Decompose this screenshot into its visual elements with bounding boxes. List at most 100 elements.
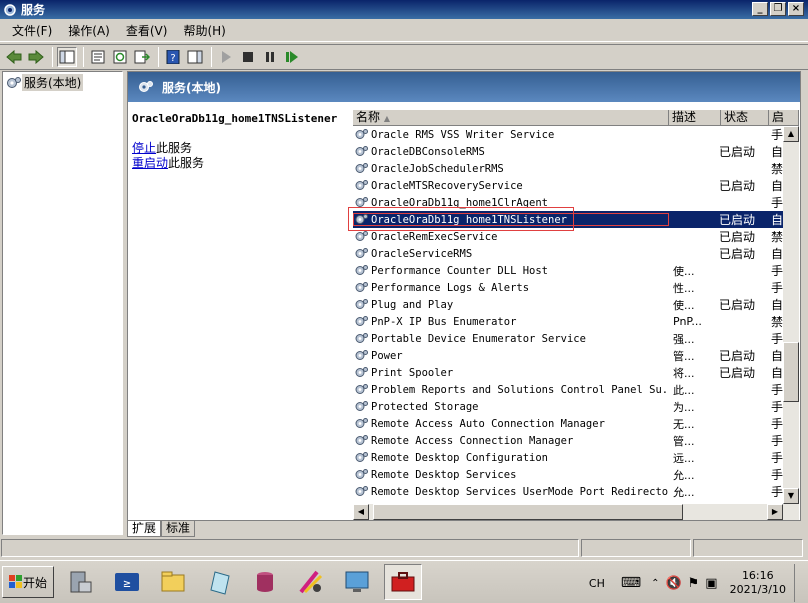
- status-cell-2: [581, 539, 691, 557]
- column-header-name[interactable]: 名称 ▲: [353, 110, 669, 125]
- service-row[interactable]: Remote Desktop Services UserMode Port Re…: [353, 483, 799, 500]
- taskbar-notepad[interactable]: [200, 564, 238, 600]
- back-arrow-icon: [6, 50, 22, 64]
- service-row[interactable]: Remote Desktop Configuration 远... 手: [353, 449, 799, 466]
- menu-file[interactable]: 文件(F): [4, 22, 60, 39]
- horizontal-scroll-thumb[interactable]: [373, 504, 683, 520]
- service-row[interactable]: OracleMTSRecoveryService 已启动自: [353, 177, 799, 194]
- service-row[interactable]: OracleRemExecService 已启动禁: [353, 228, 799, 245]
- action-pane-icon: [187, 50, 203, 64]
- help-button[interactable]: ?: [163, 47, 183, 67]
- volume-muted-icon[interactable]: 🔇: [665, 576, 681, 591]
- service-name-cell: OracleDBConsoleRMS: [353, 145, 669, 158]
- taskbar-remote-desktop[interactable]: [338, 564, 376, 600]
- service-name-cell: OracleRemExecService: [353, 230, 669, 243]
- tree-node-services-local[interactable]: 服务(本地): [3, 72, 122, 93]
- show-desktop-button[interactable]: [794, 564, 808, 602]
- service-row[interactable]: Remote Access Connection Manager 管... 手: [353, 432, 799, 449]
- taskbar-explorer[interactable]: [154, 564, 192, 600]
- minimize-button[interactable]: _: [752, 2, 768, 16]
- pane-header: 服务(本地): [128, 72, 800, 102]
- service-row[interactable]: Problem Reports and Solutions Control Pa…: [353, 381, 799, 398]
- vertical-scrollbar[interactable]: ▲ ▼: [783, 126, 799, 504]
- service-row[interactable]: Performance Counter DLL Host 使... 手: [353, 262, 799, 279]
- service-description-cell: 远...: [673, 451, 695, 465]
- pause-service-button[interactable]: [260, 47, 280, 67]
- column-header-description[interactable]: 描述: [669, 110, 721, 125]
- service-row[interactable]: OracleOraDb11g_home1TNSListener 已启动自: [353, 211, 799, 228]
- keyboard-icon[interactable]: ⌨: [621, 575, 641, 591]
- scroll-up-arrow[interactable]: ▲: [783, 126, 799, 142]
- list-header: 名称 ▲ 描述 状态 启: [353, 110, 799, 126]
- service-row[interactable]: Remote Desktop Services 允... 手: [353, 466, 799, 483]
- action-center-flag-icon[interactable]: ⚑: [688, 576, 700, 591]
- taskbar-server-manager[interactable]: [62, 564, 100, 600]
- taskbar-database[interactable]: [246, 564, 284, 600]
- service-name-cell: Plug and Play: [353, 298, 669, 311]
- tab-extended[interactable]: 扩展: [127, 521, 162, 537]
- restart-service-button[interactable]: [282, 47, 302, 67]
- service-row[interactable]: PnP-X IP Bus Enumerator PnP... 禁: [353, 313, 799, 330]
- show-console-tree-button[interactable]: [57, 47, 77, 67]
- network-icon[interactable]: ▣: [705, 576, 717, 591]
- service-gear-icon: [355, 231, 368, 241]
- service-name-cell: Performance Counter DLL Host: [353, 264, 669, 277]
- scroll-down-arrow[interactable]: ▼: [783, 488, 799, 504]
- taskbar: 开始 ≥ CH ⌨ ⌃ 🔇 ⚑ ▣ 16:16 2021/3/10: [0, 560, 808, 603]
- start-button[interactable]: 开始: [2, 566, 55, 598]
- service-row[interactable]: Portable Device Enumerator Service 强... 手: [353, 330, 799, 347]
- close-button[interactable]: ×: [788, 2, 804, 16]
- taskbar-powershell[interactable]: ≥: [108, 564, 146, 600]
- start-service-button[interactable]: [216, 47, 236, 67]
- service-row[interactable]: Protected Storage 为... 手: [353, 398, 799, 415]
- column-header-status[interactable]: 状态: [721, 110, 769, 125]
- service-description-cell: 允...: [673, 485, 695, 499]
- show-action-pane-button[interactable]: [185, 47, 205, 67]
- service-row[interactable]: Performance Logs & Alerts 性... 手: [353, 279, 799, 296]
- forward-button[interactable]: [26, 47, 46, 67]
- input-language[interactable]: CH: [589, 577, 605, 590]
- service-row[interactable]: OracleJobSchedulerRMS 禁: [353, 160, 799, 177]
- restart-service-link[interactable]: 重启动: [132, 156, 168, 170]
- service-description-cell: PnP...: [673, 315, 702, 328]
- service-status-cell: 已启动: [719, 213, 756, 227]
- service-row[interactable]: Print Spooler 将... 已启动自: [353, 364, 799, 381]
- details-pane: 服务(本地) OracleOraDb11g_home1TNSListener 停…: [127, 71, 801, 521]
- service-gear-icon: [355, 367, 368, 377]
- service-row[interactable]: Oracle RMS VSS Writer Service 手: [353, 126, 799, 143]
- tray-expand-icon[interactable]: ⌃: [651, 578, 659, 589]
- service-row[interactable]: OracleOraDb11g_home1ClrAgent 手: [353, 194, 799, 211]
- stop-service-button[interactable]: [238, 47, 258, 67]
- menu-view[interactable]: 查看(V): [118, 22, 176, 39]
- service-row[interactable]: OracleDBConsoleRMS 已启动自: [353, 143, 799, 160]
- scroll-left-arrow[interactable]: ◀: [353, 504, 369, 520]
- service-name-cell: OracleOraDb11g_home1ClrAgent: [353, 196, 669, 209]
- horizontal-scrollbar[interactable]: ◀ ▶: [353, 504, 799, 520]
- taskbar-app-rainbow[interactable]: [292, 564, 330, 600]
- stop-service-link[interactable]: 停止: [132, 141, 156, 155]
- refresh-button[interactable]: [110, 47, 130, 67]
- taskbar-services[interactable]: [384, 564, 423, 600]
- service-name-cell: Remote Desktop Services UserMode Port Re…: [353, 485, 669, 498]
- service-row[interactable]: Plug and Play 使... 已启动自: [353, 296, 799, 313]
- title-bar[interactable]: 服务 _ ❐ ×: [0, 0, 808, 19]
- properties-button[interactable]: [88, 47, 108, 67]
- back-button[interactable]: [4, 47, 24, 67]
- clock[interactable]: 16:16 2021/3/10: [730, 569, 786, 597]
- service-status-cell: 已启动: [719, 179, 756, 193]
- export-list-button[interactable]: [132, 47, 152, 67]
- service-row[interactable]: Remote Access Auto Connection Manager 无..…: [353, 415, 799, 432]
- scroll-right-arrow[interactable]: ▶: [767, 504, 783, 520]
- service-row[interactable]: Power 管... 已启动自: [353, 347, 799, 364]
- service-name-cell: Remote Desktop Configuration: [353, 451, 669, 464]
- restore-button[interactable]: ❐: [770, 2, 786, 16]
- tab-standard[interactable]: 标准: [161, 521, 196, 537]
- service-status-cell: 已启动: [719, 247, 756, 261]
- column-header-startup-type[interactable]: 启: [769, 110, 799, 125]
- service-name-cell: Protected Storage: [353, 400, 669, 413]
- service-name-cell: OracleMTSRecoveryService: [353, 179, 669, 192]
- vertical-scroll-thumb[interactable]: [783, 342, 799, 402]
- menu-help[interactable]: 帮助(H): [175, 22, 233, 39]
- service-row[interactable]: OracleServiceRMS 已启动自: [353, 245, 799, 262]
- menu-action[interactable]: 操作(A): [60, 22, 118, 39]
